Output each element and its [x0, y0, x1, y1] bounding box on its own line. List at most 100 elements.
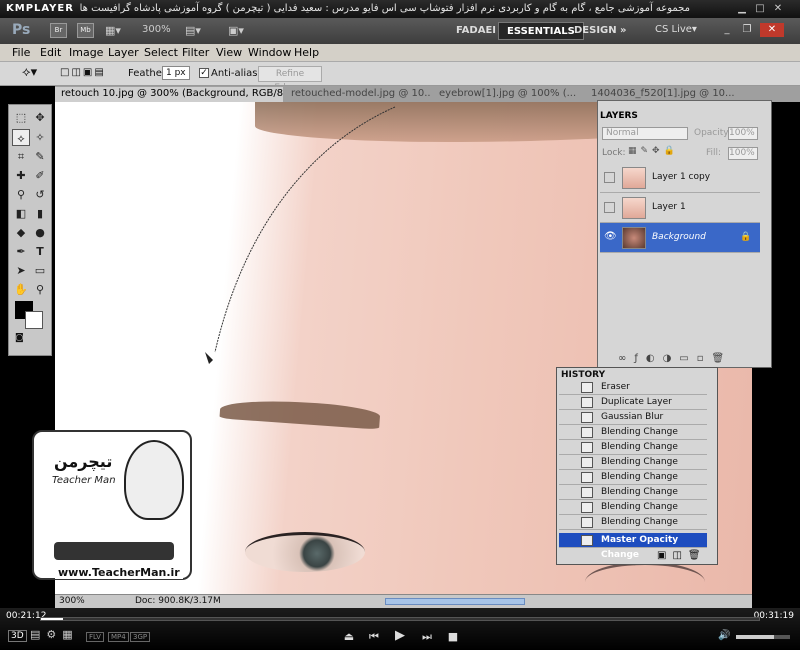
options-bar: ⟡▾ □◫▣▤ Feather: 1 px ✓ Anti-alias Refin… — [0, 62, 800, 93]
minibridge-button[interactable]: Mb — [77, 23, 94, 38]
clone-stamp-icon[interactable]: ⚲ — [12, 186, 30, 203]
lasso-tool-preset-icon[interactable]: ⟡▾ — [22, 65, 37, 80]
quick-mask-icon[interactable]: ◙ — [15, 333, 24, 343]
history-item[interactable]: Blending Change — [559, 425, 707, 440]
gradient-tool-icon[interactable]: ▮ — [31, 205, 49, 222]
history-item[interactable]: Blending Change — [559, 485, 707, 500]
tab-retouched-model[interactable]: retouched-model.jpg @ 10... — [285, 87, 431, 102]
layer-actions-icons[interactable]: ∞ƒ◐◑▭▫🗑 — [618, 353, 732, 364]
eraser-tool-icon[interactable]: ◧ — [12, 205, 30, 222]
menu-select[interactable]: Select — [144, 46, 178, 59]
player-settings-icons[interactable]: ▤⚙▦ — [30, 628, 79, 641]
eraser-icon — [581, 382, 593, 393]
healing-brush-icon[interactable]: ✚ — [12, 167, 30, 184]
image-eye — [245, 532, 365, 572]
ps-minimize-icon[interactable]: _ — [720, 23, 734, 37]
hand-tool-icon[interactable]: ✋ — [12, 281, 30, 298]
menu-layer[interactable]: Layer — [108, 46, 139, 59]
history-step-icon — [581, 397, 593, 408]
menu-window[interactable]: Window — [248, 46, 291, 59]
pen-tool-icon[interactable]: ✒ — [12, 243, 30, 260]
history-item-current[interactable]: Master Opacity Change — [559, 533, 707, 560]
zoom-tool-icon[interactable]: ⚲ — [31, 281, 49, 298]
previous-icon[interactable]: ⏮ — [367, 630, 381, 644]
history-item[interactable]: Blending Change — [559, 440, 707, 455]
history-step-icon — [581, 487, 593, 498]
history-tab[interactable]: HISTORY — [561, 370, 605, 380]
history-item[interactable]: Duplicate Layer — [559, 395, 707, 410]
marquee-tool-icon[interactable]: ⬚ — [12, 109, 30, 126]
refine-edge-button[interactable]: Refine Edge... — [258, 66, 322, 93]
workspace-fadaei[interactable]: FADAEI — [448, 22, 504, 40]
move-tool-icon[interactable]: ✥ — [31, 109, 49, 126]
visibility-toggle[interactable] — [604, 202, 615, 213]
rectangle-tool-icon[interactable]: ▭ — [31, 262, 49, 279]
cs-live-menu[interactable]: CS Live▾ — [655, 24, 697, 35]
menu-file[interactable]: File — [12, 46, 30, 59]
layer-row-layer-1[interactable]: Layer 1 — [600, 193, 760, 223]
history-item[interactable]: Blending Change — [559, 500, 707, 515]
next-icon[interactable]: ⏭ — [420, 630, 434, 644]
type-tool-icon[interactable]: T — [31, 243, 49, 260]
bridge-button[interactable]: Br — [50, 23, 67, 38]
zoom-level[interactable]: 300% — [142, 24, 171, 35]
tools-panel: ⬚ ✥ ⟡ ✧ ⌗ ✎ ✚ ✐ ⚲ ↺ ◧ ▮ ◆ ● ✒ T ➤ ▭ ✋ ⚲ … — [8, 104, 52, 356]
layers-tab[interactable]: LAYERS — [600, 111, 638, 121]
volume-icon[interactable]: 🔊 — [718, 630, 730, 641]
opacity-input[interactable]: 100% — [728, 127, 758, 140]
3d-button[interactable]: 3D — [8, 630, 27, 642]
fill-input[interactable]: 100% — [728, 147, 758, 160]
ps-restore-icon[interactable]: ❐ — [740, 23, 754, 37]
play-icon[interactable]: ▶ — [393, 628, 407, 643]
crop-tool-icon[interactable]: ⌗ — [12, 148, 30, 165]
screen-mode-icon[interactable]: ▣▾ — [228, 24, 244, 37]
minimize-icon[interactable]: ▁ — [736, 3, 748, 15]
view-extras-icon[interactable]: ▦▾ — [105, 24, 121, 37]
selection-mode-icons[interactable]: □◫▣▤ — [60, 67, 106, 78]
blend-mode-select[interactable]: Normal — [602, 127, 688, 140]
history-brush-icon[interactable]: ↺ — [31, 186, 49, 203]
history-item[interactable]: Gaussian Blur — [559, 410, 707, 425]
tab-eyebrow[interactable]: eyebrow[1].jpg @ 100% (... — [433, 87, 583, 102]
dodge-tool-icon[interactable]: ● — [31, 224, 49, 241]
blur-tool-icon[interactable]: ◆ — [12, 224, 30, 241]
polygonal-lasso-tool-icon[interactable]: ⟡ — [12, 129, 30, 146]
layer-row-background[interactable]: 👁 Background 🔒 — [600, 223, 760, 253]
history-actions-icons[interactable]: ▣◫🗑 — [657, 550, 707, 561]
antialias-checkbox[interactable]: ✓ — [199, 68, 209, 78]
stop-icon[interactable]: ■ — [446, 630, 460, 643]
menu-help[interactable]: Help — [294, 46, 319, 59]
history-item[interactable]: Blending Change — [559, 470, 707, 485]
maximize-icon[interactable]: □ — [754, 3, 766, 15]
eye-icon[interactable]: 👁 — [604, 231, 617, 242]
feather-input[interactable]: 1 px — [162, 66, 190, 80]
image-second-eye — [585, 562, 705, 594]
lock-icons[interactable]: ▦✎✥🔒 — [628, 146, 679, 156]
history-item[interactable]: Eraser — [559, 380, 707, 395]
ps-close-icon[interactable]: ✕ — [760, 23, 784, 37]
menu-view[interactable]: View — [216, 46, 242, 59]
status-zoom[interactable]: 300% — [59, 596, 85, 606]
arrange-documents-icon[interactable]: ▤▾ — [185, 24, 201, 37]
quick-selection-tool-icon[interactable]: ✧ — [31, 129, 49, 146]
layer-row-layer-1-copy[interactable]: Layer 1 copy — [600, 163, 760, 193]
background-color-swatch[interactable] — [25, 311, 43, 329]
menu-image[interactable]: Image — [69, 46, 103, 59]
menu-edit[interactable]: Edit — [40, 46, 61, 59]
ps-application-bar: Ps Br Mb ▦▾ 300% ▤▾ ▣▾ FADAEI ESSENTIALS… — [0, 18, 800, 44]
volume-slider[interactable] — [736, 635, 790, 639]
horizontal-scrollbar[interactable] — [385, 598, 525, 605]
visibility-toggle[interactable] — [604, 172, 615, 183]
brush-tool-icon[interactable]: ✐ — [31, 167, 49, 184]
history-item[interactable]: Blending Change — [559, 455, 707, 470]
eyedropper-tool-icon[interactable]: ✎ — [31, 148, 49, 165]
close-icon[interactable]: ✕ — [772, 3, 784, 15]
seek-bar[interactable] — [40, 617, 760, 621]
eject-icon[interactable]: ⏏ — [342, 630, 356, 643]
history-item[interactable]: Blending Change — [559, 515, 707, 530]
tab-retouch[interactable]: retouch 10.jpg @ 300% (Background, RGB/8… — [55, 87, 283, 102]
status-doc-size[interactable]: Doc: 900.8K/3.17M — [135, 596, 221, 606]
menu-filter[interactable]: Filter — [182, 46, 209, 59]
more-workspaces-button[interactable]: » — [612, 22, 634, 40]
path-selection-icon[interactable]: ➤ — [12, 262, 30, 279]
